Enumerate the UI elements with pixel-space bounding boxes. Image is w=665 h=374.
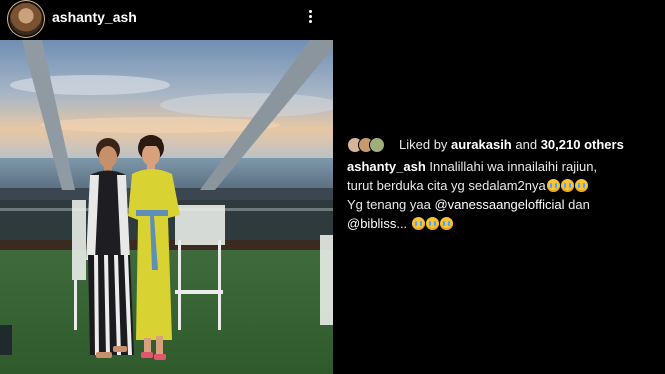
caption-line-1: Innalillahi wa innailaihi rajiun, <box>429 159 598 174</box>
liked-by-prefix: Liked by <box>399 137 448 152</box>
post-details-panel: Liked by aurakasih and 30,210 others ash… <box>333 0 665 374</box>
liker-avatar-icon <box>369 137 385 153</box>
post-photo[interactable] <box>0 40 333 374</box>
crying-face-icon <box>574 179 588 192</box>
crying-face-icon <box>411 217 425 230</box>
liker-username[interactable]: aurakasih <box>451 137 512 152</box>
liked-by-conjunction: and <box>515 137 538 152</box>
caption-line-3: Yg tenang yaa <box>347 197 435 212</box>
post-header: ashanty_ash <box>0 0 333 38</box>
likes-count[interactable]: 30,210 others <box>541 137 624 152</box>
crying-face-icon <box>546 179 560 192</box>
profile-avatar-icon[interactable] <box>10 3 42 35</box>
liker-avatars <box>347 137 393 153</box>
crying-face-icon <box>439 217 453 230</box>
mention-bibliss[interactable]: @bibliss <box>347 216 396 231</box>
more-options-icon[interactable] <box>304 8 316 28</box>
instagram-post: ashanty_ash <box>0 0 333 374</box>
mention-vanessaangelofficial[interactable]: @vanessaangelofficial <box>434 197 564 212</box>
crying-face-icon <box>425 217 439 230</box>
liked-by-text: Liked by aurakasih and 30,210 others <box>399 137 624 152</box>
caption-line-2: turut berduka cita yg sedalam2nya <box>347 178 546 193</box>
post-caption: ashanty_ash Innalillahi wa innailaihi ra… <box>347 157 657 233</box>
caption-line-3-end: dan <box>564 197 590 212</box>
likes-row[interactable]: Liked by aurakasih and 30,210 others <box>347 136 657 154</box>
crying-face-icon <box>560 179 574 192</box>
caption-more[interactable]: ... <box>396 216 407 231</box>
post-username[interactable]: ashanty_ash <box>52 9 137 25</box>
caption-username[interactable]: ashanty_ash <box>347 159 426 174</box>
